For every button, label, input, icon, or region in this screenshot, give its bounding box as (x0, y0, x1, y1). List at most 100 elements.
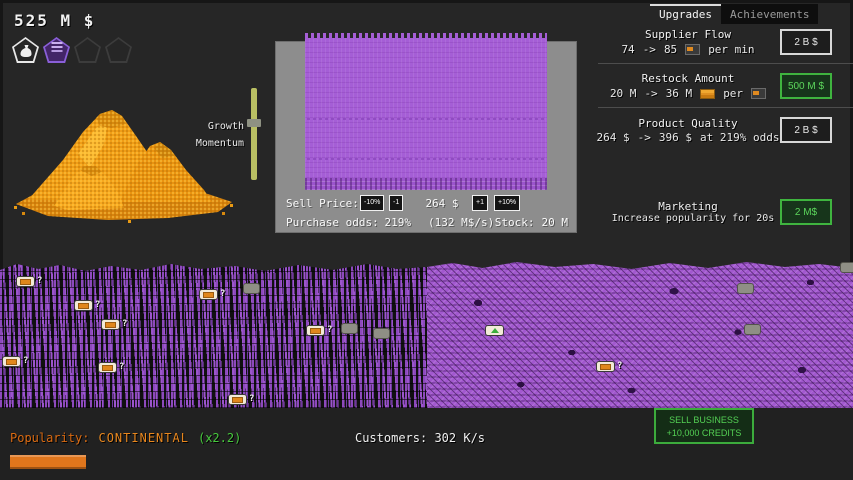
value-from: 20 M (610, 87, 637, 100)
arrow: -> (638, 131, 651, 144)
sell-business-line2: +10,000 CREDITS (667, 428, 742, 438)
money-balance: 525 M $ (14, 11, 95, 30)
value-suffix: at 219% odds (700, 131, 779, 144)
popularity-tier: CONTINENTAL (98, 431, 188, 445)
game-screen: 525 M $ (0, 0, 853, 480)
gold-bar-icon (600, 364, 611, 370)
gold-pile-image (8, 84, 240, 226)
gold-bar-icon (20, 279, 31, 285)
popularity-progress-bar (10, 455, 86, 469)
thought-bubble: ? (596, 361, 622, 372)
gold-question-bubble (306, 325, 325, 336)
gold-bar-icon (78, 303, 89, 309)
thought-bubble (373, 328, 390, 339)
empty-bubble (840, 262, 853, 273)
buy-restock-amount-button[interactable]: 500 M $ (780, 73, 832, 99)
crowd-icon (51, 42, 62, 44)
arrow: -> (644, 87, 657, 100)
thought-bubble: ? (306, 325, 332, 336)
gold-pile[interactable] (8, 84, 240, 226)
question-mark: ? (249, 395, 254, 404)
growth-momentum-indicator (247, 119, 261, 127)
gold-bar-icon (105, 322, 116, 328)
gold-bar-icon (310, 328, 321, 334)
gold-question-bubble (2, 356, 21, 367)
gold-bar-icon (102, 365, 113, 371)
gold-bar-icon (232, 397, 243, 403)
upgrade-title-supplier-flow: Supplier Flow (598, 28, 778, 41)
price-plus-10pct-button[interactable]: +10% (494, 195, 520, 211)
popularity-readout: Popularity: CONTINENTAL (x2.2) (10, 431, 241, 445)
buy-product-quality-button[interactable]: 2 B $ (780, 117, 832, 143)
thought-bubble: ? (101, 319, 127, 330)
growth-momentum-meter (251, 88, 257, 180)
achievement-badge-locked[interactable] (105, 37, 132, 63)
upgrade-desc-marketing: Increase popularity for 20s (598, 213, 788, 224)
gold-question-bubble (199, 289, 218, 300)
achievement-badge-crowd[interactable] (43, 37, 70, 63)
achievement-badge-locked[interactable] (74, 37, 101, 63)
badge-fill (76, 39, 99, 61)
arrow: -> (643, 43, 656, 56)
upgrades-panel: Supplier Flow 74 -> 85 per min 2 B $ Res… (598, 22, 853, 242)
truck-icon (751, 88, 766, 99)
upgrade-values-supplier-flow: 74 -> 85 per min (598, 43, 778, 56)
question-mark: ? (23, 357, 28, 366)
upgrade-values-product-quality: 264 $ -> 396 $ at 219% odds (598, 131, 778, 144)
empty-bubble (744, 324, 761, 335)
price-minus-1-button[interactable]: -1 (389, 195, 403, 211)
gold-question-bubble (228, 394, 247, 405)
thought-bubble: ? (16, 276, 42, 287)
approval-bubble (485, 325, 504, 336)
question-mark: ? (220, 290, 225, 299)
thought-bubble: ? (228, 394, 254, 405)
sell-business-button[interactable]: SELL BUSINESS +10,000 CREDITS (654, 408, 754, 444)
badge-fill (107, 39, 130, 61)
question-mark: ? (119, 363, 124, 372)
upgrade-values-restock-amount: 20 M -> 36 M per (598, 87, 778, 100)
upgrade-title-restock-amount: Restock Amount (598, 72, 778, 85)
up-caret-icon (491, 328, 499, 333)
buy-supplier-flow-button[interactable]: 2 B $ (780, 29, 832, 55)
upgrade-title-marketing: Marketing (598, 200, 778, 213)
thought-bubble (744, 324, 761, 335)
queue-divider-line (307, 118, 545, 120)
thought-bubble (243, 283, 260, 294)
buy-marketing-button[interactable]: 2 M$ (780, 199, 832, 225)
status-bar: Popularity: CONTINENTAL (x2.2) Customers… (0, 408, 853, 480)
value-mid: per (723, 87, 743, 100)
thought-bubble: ? (74, 300, 100, 311)
customer-queue-visualization (305, 38, 547, 188)
purchase-rate-value: (132 M$/s) (428, 216, 494, 229)
gold-question-bubble (16, 276, 35, 287)
gold-question-bubble (74, 300, 93, 311)
gold-question-bubble (98, 362, 117, 373)
upgrade-title-product-quality: Product Quality (598, 117, 778, 130)
stock-label: Stock: (495, 216, 535, 229)
purchase-odds-value: 219% (371, 216, 411, 229)
thought-bubble: ? (2, 356, 28, 367)
thought-bubble (840, 262, 853, 273)
question-mark: ? (617, 362, 622, 371)
tab-achievements[interactable]: Achievements (721, 4, 818, 24)
question-mark: ? (122, 320, 127, 329)
divider (598, 107, 853, 108)
value-from: 74 (621, 43, 634, 56)
popularity-label: Popularity: (10, 431, 89, 445)
price-minus-10pct-button[interactable]: -10% (360, 195, 384, 211)
gold-bar-icon (700, 89, 715, 99)
thought-bubble: ? (199, 289, 225, 300)
empty-bubble (341, 323, 358, 334)
gold-question-bubble (101, 319, 120, 330)
queue-divider-line (307, 158, 545, 160)
achievement-badges (12, 37, 132, 63)
popularity-multiplier: (x2.2) (198, 431, 241, 445)
price-plus-1-button[interactable]: +1 (472, 195, 488, 211)
achievement-badge-money[interactable] (12, 37, 39, 63)
tab-upgrades[interactable]: Upgrades (650, 4, 721, 24)
empty-bubble (243, 283, 260, 294)
value-to: 396 $ (659, 131, 692, 144)
money-bag-icon (19, 44, 32, 58)
thought-bubble (485, 325, 504, 336)
question-mark: ? (327, 326, 332, 335)
